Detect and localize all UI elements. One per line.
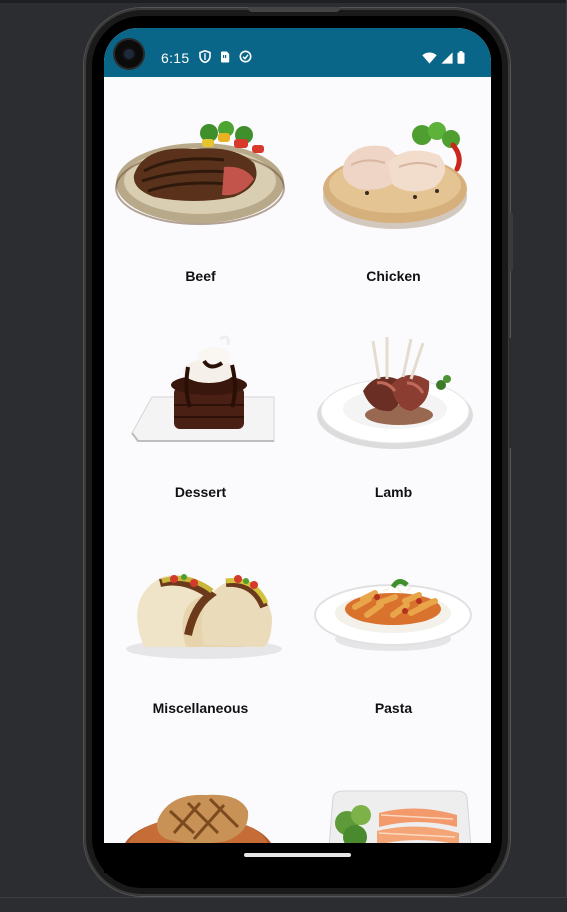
speaker-slot: [248, 7, 340, 12]
category-card-seafood[interactable]: [297, 725, 490, 843]
power-button[interactable]: [509, 338, 513, 448]
status-icons-left: [199, 49, 252, 68]
beef-steak-image: [115, 121, 285, 225]
status-icons-right: [422, 51, 465, 69]
volume-button[interactable]: [509, 213, 513, 271]
battery-icon: [457, 51, 465, 69]
pork-chop-image: [125, 794, 271, 843]
app-screen: 6:15 Beef Chicken Dessert Lamb Miscellan…: [104, 28, 491, 843]
category-card-pasta[interactable]: Pasta: [297, 509, 490, 725]
cell-signal-icon: [441, 51, 453, 69]
emulator-top-border: [0, 0, 567, 3]
category-card-dessert[interactable]: Dessert: [104, 293, 297, 509]
lamb-chops-image: [317, 337, 473, 449]
category-card-miscellaneous[interactable]: Miscellaneous: [104, 509, 297, 725]
home-gesture-handle[interactable]: [244, 853, 351, 857]
category-card-chicken[interactable]: Chicken: [297, 77, 490, 293]
chicken-legs-image: [323, 122, 467, 229]
system-navigation-bar: [104, 843, 491, 873]
category-card-lamb[interactable]: Lamb: [297, 293, 490, 509]
sim-card-icon: [220, 50, 230, 68]
category-label: Lamb: [374, 484, 413, 500]
category-label: Chicken: [366, 268, 421, 284]
status-time: 6:15: [161, 50, 190, 66]
chocolate-cake-image: [131, 335, 275, 442]
category-label: Beef: [185, 268, 216, 284]
status-bar: 6:15: [104, 28, 491, 77]
category-label: Pasta: [374, 700, 413, 716]
shield-icon: [199, 49, 211, 68]
category-card-beef[interactable]: Beef: [104, 77, 297, 293]
category-label: Dessert: [174, 484, 227, 500]
category-card-pork[interactable]: [104, 725, 297, 843]
emulator-bottom-bar: [0, 897, 567, 912]
penne-pasta-image: [314, 579, 472, 651]
front-camera-icon: [115, 40, 143, 68]
sync-icon: [239, 50, 252, 68]
category-label: Miscellaneous: [152, 700, 249, 716]
wifi-icon: [422, 51, 437, 69]
tacos-image: [126, 574, 282, 659]
salmon-plate-image: [328, 790, 472, 843]
